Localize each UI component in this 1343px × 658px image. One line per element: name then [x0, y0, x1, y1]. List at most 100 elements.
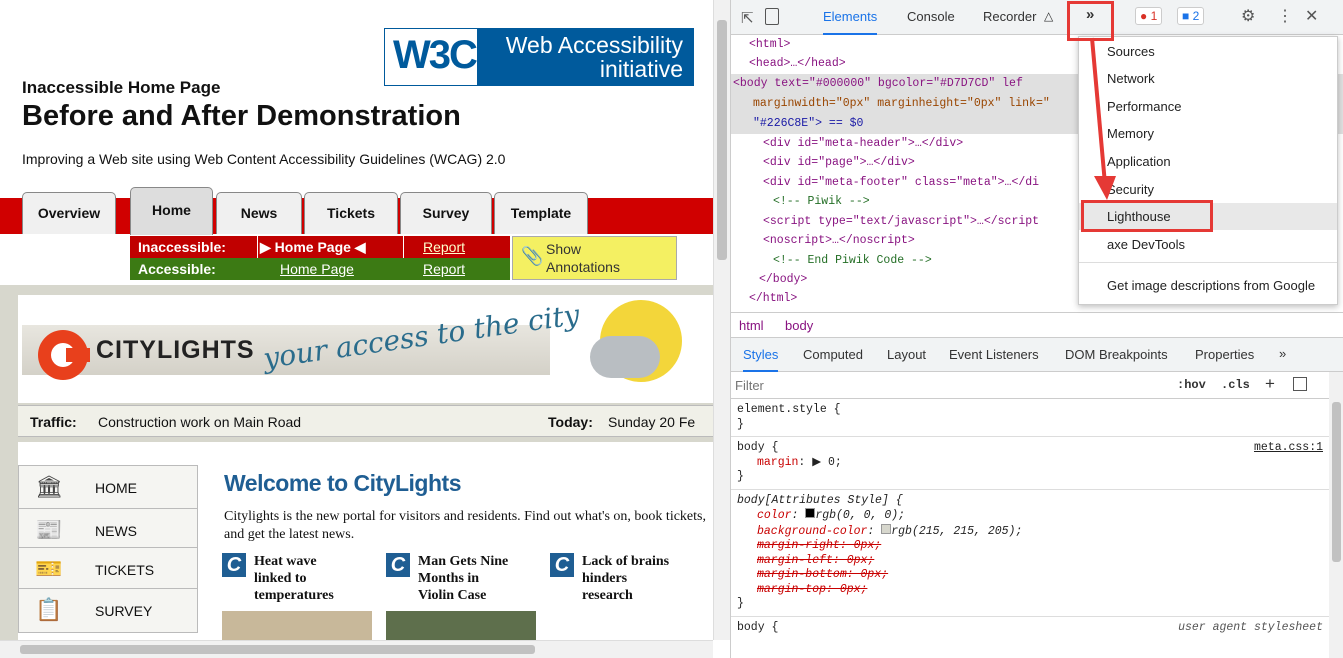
inspect-element-icon[interactable]: ⇱ [741, 9, 754, 27]
source-link[interactable]: meta.css:1 [1254, 441, 1323, 456]
tab-console[interactable]: Console [907, 9, 955, 24]
dom-node[interactable]: <div id="page">…</div> [763, 153, 915, 173]
settings-gear-icon[interactable]: ⚙ [1241, 6, 1255, 26]
dom-node[interactable]: <html> [749, 35, 790, 55]
property-value: rgb(0, 0, 0); [815, 509, 906, 522]
nav-survey[interactable]: 📋 SURVEY [18, 588, 198, 633]
message-count-badge[interactable]: ■ 2 [1177, 7, 1205, 25]
inaccessible-row: Inaccessible: ▶ Home Page ◀ Report [130, 236, 510, 258]
news-line: linked to [254, 571, 307, 586]
tab-properties[interactable]: Properties [1195, 347, 1254, 362]
more-style-tabs-button[interactable]: » [1279, 346, 1286, 361]
news-line: Lack of brains [582, 554, 670, 569]
menu-item-image-descriptions[interactable]: Get image descriptions from Google [1079, 272, 1337, 299]
inaccessible-label: Inaccessible: [138, 239, 226, 255]
news-item[interactable]: C Heat wave linked to temperatures [222, 553, 372, 640]
tab-layout[interactable]: Layout [887, 347, 926, 362]
overridden-declaration[interactable]: margin-left: 0px; [737, 554, 1323, 569]
tab-template[interactable]: Template [494, 192, 588, 234]
wai-logo-text: Web Accessibility initiative [477, 29, 693, 85]
web-page: W3C Web Accessibility initiative Inacces… [0, 0, 713, 640]
style-declaration[interactable]: color: rgb(0, 0, 0); [737, 508, 1323, 524]
cls-toggle[interactable]: .cls [1221, 378, 1250, 392]
dom-comment[interactable]: <!-- Piwik --> [773, 192, 870, 212]
dom-node[interactable]: </html> [749, 289, 797, 309]
wai-line2: initiative [599, 56, 683, 82]
property-name: background-color [757, 524, 868, 538]
tab-survey[interactable]: Survey [400, 192, 492, 234]
dom-node[interactable]: <script type="text/javascript">…</script [763, 212, 1039, 232]
accessible-row: Accessible: Home Page Report [130, 258, 510, 280]
error-count-badge[interactable]: ● 1 [1135, 7, 1163, 25]
sidebar-toggle-icon[interactable] [1293, 377, 1307, 391]
kebab-menu-icon[interactable]: ⋮ [1277, 6, 1293, 26]
scroll-thumb[interactable] [20, 645, 535, 654]
tab-dom-breakpoints[interactable]: DOM Breakpoints [1065, 347, 1168, 362]
accessible-label: Accessible: [138, 261, 216, 277]
nav-tickets[interactable]: 🎫 TICKETS [18, 547, 198, 592]
highlight-box-lighthouse [1081, 200, 1213, 232]
nav-survey-label: SURVEY [95, 603, 153, 619]
newspaper-icon: 📰 [35, 517, 63, 542]
scroll-thumb[interactable] [1332, 402, 1341, 562]
crumb-html[interactable]: html [739, 318, 764, 333]
style-declaration[interactable]: background-color: rgb(215, 215, 205); [737, 523, 1323, 540]
overridden-declaration[interactable]: margin-right: 0px; [737, 539, 1323, 554]
tab-computed[interactable]: Computed [803, 347, 863, 362]
tab-styles[interactable]: Styles [743, 347, 779, 372]
dom-node[interactable]: </body> [759, 270, 807, 290]
dom-node-body[interactable]: <body text="#000000" bgcolor="#D7D7CD" l… [733, 74, 1023, 94]
crumb-body[interactable]: body [785, 318, 813, 333]
color-swatch[interactable] [805, 508, 816, 518]
dom-node[interactable]: <div id="meta-footer" class="meta">…</di [763, 173, 1039, 193]
w3c-wai-logo[interactable]: W3C Web Accessibility initiative [384, 28, 694, 86]
hov-toggle[interactable]: :hov [1177, 378, 1206, 392]
close-icon[interactable]: ✕ [1305, 6, 1318, 26]
overridden-declaration[interactable]: margin-top: 0px; [737, 583, 1323, 598]
nav-home[interactable]: 🏛 HOME [18, 465, 198, 510]
tab-elements[interactable]: Elements [823, 9, 878, 35]
show-annotations-button[interactable]: 📎 Show Annotations [512, 236, 677, 280]
news-line: Heat wave [254, 554, 317, 569]
rule-selector[interactable]: body { [737, 441, 1323, 456]
tab-overview[interactable]: Overview [22, 192, 116, 234]
scroll-thumb[interactable] [717, 20, 727, 260]
tab-home[interactable]: Home [130, 187, 213, 235]
new-rule-button[interactable]: + [1265, 374, 1275, 394]
style-declaration[interactable]: margin: ▶ 0; [737, 456, 1323, 471]
inaccessible-home-link[interactable]: ▶ Home Page ◀ [260, 236, 366, 258]
tab-recorder[interactable]: Recorder [983, 9, 1036, 24]
news-item[interactable]: C Man Gets Nine Months in Violin Case [386, 553, 536, 640]
inaccessible-report-link[interactable]: Report [423, 236, 465, 258]
styles-scrollbar[interactable] [1329, 372, 1343, 658]
overridden-declaration[interactable]: margin-bottom: 0px; [737, 568, 1323, 583]
dom-node[interactable]: <noscript>…</noscript> [763, 231, 915, 251]
nav-home-label: HOME [95, 480, 137, 496]
accessible-report-link[interactable]: Report [423, 258, 465, 280]
site-name: CITYLIGHTS [96, 336, 255, 364]
show-line1: Show [546, 241, 582, 257]
dom-comment[interactable]: <!-- End Piwik Code --> [773, 251, 932, 271]
color-swatch[interactable] [881, 523, 892, 534]
breadcrumb: html body [731, 312, 1343, 338]
dom-node[interactable]: <div id="meta-header">…</div> [763, 134, 963, 154]
rule-selector[interactable]: body[Attributes Style] { [737, 494, 1323, 509]
device-toolbar-icon[interactable] [765, 8, 779, 25]
rule-close: } [737, 417, 744, 431]
tab-event-listeners[interactable]: Event Listeners [949, 347, 1039, 362]
dom-node[interactable]: <head>…</head> [749, 54, 846, 74]
accessible-home-link[interactable]: Home Page [280, 258, 354, 280]
today-text: Sunday 20 Fe [608, 414, 696, 430]
ua-stylesheet-label: user agent stylesheet [1178, 620, 1323, 634]
news-item[interactable]: C Lack of brains hinders research [550, 553, 700, 640]
news-line: research [582, 588, 633, 603]
tab-tickets[interactable]: Tickets [304, 192, 398, 234]
welcome-heading: Welcome to CityLights [224, 470, 462, 496]
menu-item-axe-devtools[interactable]: axe DevTools [1079, 231, 1337, 258]
page-horizontal-scrollbar[interactable] [0, 640, 713, 658]
rule-selector[interactable]: element.style { [737, 403, 1323, 418]
styles-filter-bar: :hov .cls + [731, 372, 1331, 399]
page-vertical-scrollbar[interactable] [713, 0, 730, 640]
tab-news[interactable]: News [216, 192, 302, 234]
styles-filter-input[interactable] [735, 376, 1035, 395]
